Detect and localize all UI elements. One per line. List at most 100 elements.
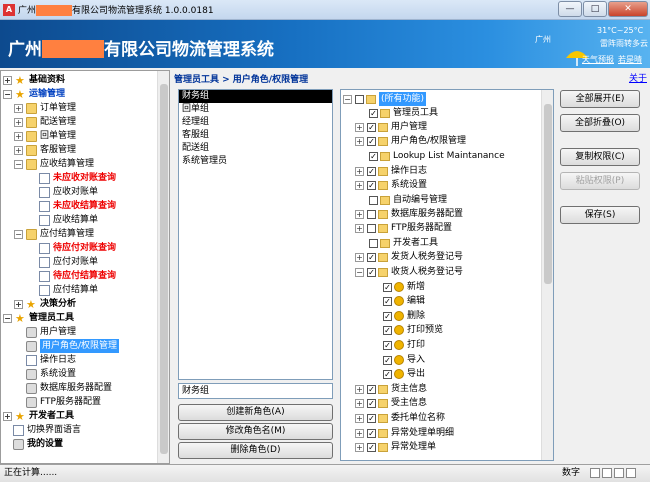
collapse-all-button[interactable]: 全部折叠(O) [560,114,640,132]
tree-item-ap-settle-query[interactable]: 待应付结算查询 [39,269,116,283]
tree-item-ar-settle[interactable]: 应收结算单 [39,213,98,227]
paste-permissions-button[interactable]: 粘贴权限(P) [560,172,640,190]
folder-icon [366,94,376,104]
tree-item-ap-settle[interactable]: 应付结算单 [39,283,98,297]
tree-item-language[interactable]: 切换界面语言 [13,423,81,437]
folder-icon [26,130,37,142]
perm-item[interactable]: + ✓ 用户管理 [355,120,427,134]
star-icon: ★ [15,311,25,325]
folder-icon [378,252,388,262]
tree-item-receipt[interactable]: + 回单管理 [14,129,76,143]
tree-item-settings[interactable]: 系统设置 [26,367,76,381]
nav-tree[interactable]: + ★ 基础资料 − ★ 运输管理 + 订单管理 + 配送管理 + 回单管理 + 客服管理 − 应… [0,70,170,464]
perm-item[interactable]: + ✓ 货主信息 [355,382,427,396]
tree-item-ap-recon-query[interactable]: 待应付对账查询 [39,241,116,255]
tree-item-ar-settle-query[interactable]: 未应收结算查询 [39,199,116,213]
perm-item[interactable]: ✓ 删除 [383,309,425,323]
perm-item[interactable]: + ✓ 受主信息 [355,396,427,410]
perm-item[interactable]: ✓ 导入 [383,353,425,367]
tree-item-payable[interactable]: − 应付结算管理 [14,227,94,241]
key-icon [394,325,404,335]
tree-item-oplog[interactable]: 操作日志 [26,353,76,367]
folder-icon [380,151,390,161]
tree-item-basic-data[interactable]: + ★ 基础资料 [3,73,65,87]
perm-item[interactable]: + ✓ 系统设置 [355,178,427,192]
perm-item[interactable]: ✓ 导出 [383,367,425,381]
tree-item-db-config[interactable]: 数据库服务器配置 [26,381,112,395]
star-icon: ★ [15,73,25,87]
perm-item[interactable]: + ✓ 委托单位名称 [355,411,445,425]
tree-item-transport[interactable]: − ★ 运输管理 [3,87,65,101]
perm-item[interactable]: + ✓ 发货人税务登记号 [355,250,463,264]
create-role-button[interactable]: 创建新角色(A) [178,404,333,421]
tree-item-receivable[interactable]: − 应收结算管理 [14,157,94,171]
save-button[interactable]: 保存(S) [560,206,640,224]
expand-all-button[interactable]: 全部展开(E) [560,90,640,108]
perm-item[interactable]: + 数据库服务器配置 [355,207,463,221]
tree-item-ar-recon[interactable]: 应收对账单 [39,185,98,199]
role-item[interactable]: 客服组 [179,129,332,142]
tree-item-ap-recon[interactable]: 应付对账单 [39,255,98,269]
tree-item-ftp-config[interactable]: FTP服务器配置 [26,395,101,409]
folder-icon [378,384,388,394]
perm-item[interactable]: + ✓ 操作日志 [355,164,427,178]
weather-link-2[interactable]: 若是晴 [618,55,642,64]
maximize-button[interactable]: □ [583,1,607,17]
copy-permissions-button[interactable]: 复制权限(C) [560,148,640,166]
delete-role-button[interactable]: 删除角色(D) [178,442,333,459]
title-bar: A 广州 有限公司物流管理系统 1.0.0.0181 — □ ✕ [0,0,650,20]
view-icon[interactable] [590,468,600,478]
role-item[interactable]: 回单组 [179,103,332,116]
role-item[interactable]: 财务组 [179,90,332,103]
perm-item[interactable]: + ✓ 异常处理单 [355,440,436,454]
nav-scrollbar[interactable] [157,71,169,463]
banner-title: 广州 有限公司物流管理系统 [8,40,274,60]
document-icon [39,256,50,268]
tree-item-dev-tools[interactable]: + ★ 开发者工具 [3,409,74,423]
role-list[interactable]: 财务组 回单组 经理组 客服组 配送组 系统管理员 [178,89,333,380]
perm-item[interactable]: ✓ 新增 [383,280,425,294]
perm-item[interactable]: 自动编号管理 [369,193,447,207]
view-icon[interactable] [602,468,612,478]
perm-item[interactable]: ✓ 管理员工具 [369,106,438,120]
permission-scrollbar[interactable] [541,90,553,460]
perm-item[interactable]: + ✓ 用户角色/权限管理 [355,134,466,148]
perm-item[interactable]: − ✓ 收货人税务登记号 [355,265,463,279]
perm-item[interactable]: + FTP服务器配置 [355,221,452,235]
close-button[interactable]: ✕ [608,1,648,17]
role-item[interactable]: 系统管理员 [179,155,332,168]
document-icon [39,214,50,226]
document-icon [39,200,50,212]
role-item[interactable]: 经理组 [179,116,332,129]
perm-item[interactable]: ✓ 打印 [383,338,425,352]
tree-item-ar-recon-query[interactable]: 未应收对账查询 [39,171,116,185]
window-title: 广州 有限公司物流管理系统 1.0.0.0181 [18,5,214,16]
weather-link[interactable]: 天气预报 [582,55,614,64]
key-icon [394,340,404,350]
weather-temp: 31°C~25°C [597,26,644,35]
tree-item-my-settings[interactable]: 我的设置 [13,437,63,451]
tree-item-order[interactable]: + 订单管理 [14,101,76,115]
view-icon[interactable] [614,468,624,478]
role-item[interactable]: 配送组 [179,142,332,155]
rename-role-button[interactable]: 修改角色名(M) [178,423,333,440]
tree-item-decision[interactable]: + ★ 决策分析 [14,297,76,311]
tree-item-admin-tools[interactable]: − ★ 管理员工具 [3,311,74,325]
perm-item[interactable]: ✓ Lookup List Maintanance [369,149,505,163]
perm-item[interactable]: ✓ 编辑 [383,294,425,308]
tree-item-delivery[interactable]: + 配送管理 [14,115,76,129]
perm-all[interactable]: − (所有功能) [343,92,427,106]
perm-item[interactable]: ✓ 打印预览 [383,323,443,337]
minimize-button[interactable]: — [558,1,582,17]
about-link[interactable]: 关于 [629,71,647,84]
tree-item-roles[interactable]: 用户角色/权限管理 [26,339,120,353]
perm-item[interactable]: 开发者工具 [369,236,438,250]
perm-item[interactable]: + ✓ 异常处理单明细 [355,426,454,440]
view-icon[interactable] [626,468,636,478]
tree-item-users[interactable]: 用户管理 [26,325,76,339]
tree-item-service[interactable]: + 客服管理 [14,143,76,157]
permission-tree[interactable]: − (所有功能) ✓ 管理员工具 + ✓ 用户管理 + ✓ 用户角色/权限管理 ✓ Looku… [340,89,554,461]
role-name-input[interactable]: 财务组 [178,383,333,399]
key-icon [394,355,404,365]
breadcrumb: 管理员工具 > 用户角色/权限管理 [174,75,309,85]
